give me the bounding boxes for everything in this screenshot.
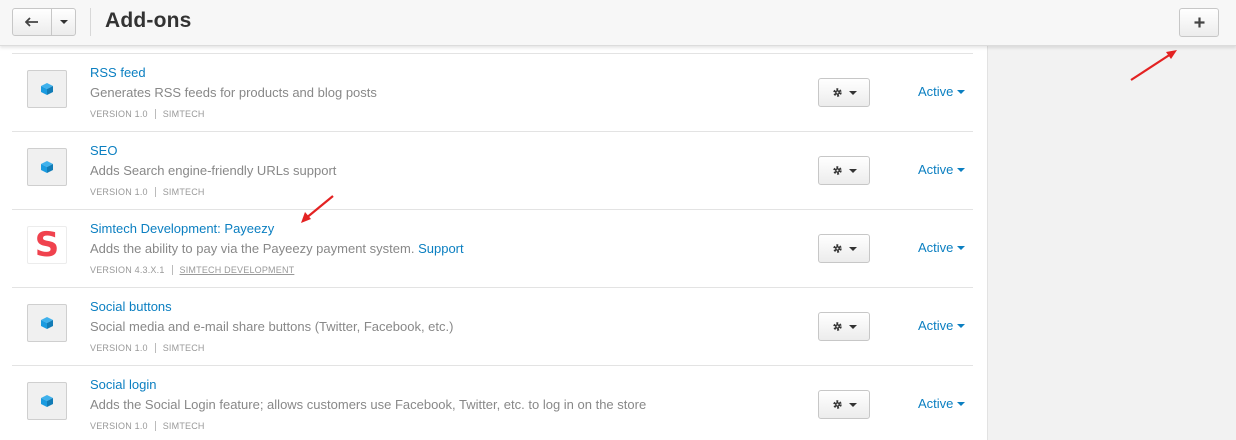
support-link[interactable]: Support	[418, 241, 464, 256]
addon-meta: VERSION 1.0 SIMTECH	[90, 421, 205, 431]
chevron-down-icon	[848, 90, 857, 95]
gear-icon	[832, 244, 842, 253]
addon-status-dropdown[interactable]: Active	[918, 162, 966, 177]
meta-divider	[154, 343, 156, 353]
right-sidebar	[987, 46, 1236, 440]
addon-icon-box: S	[27, 226, 67, 264]
meta-divider	[154, 187, 156, 197]
addon-status-dropdown[interactable]: Active	[918, 318, 966, 333]
addon-description: Adds the Social Login feature; allows cu…	[90, 397, 647, 412]
chevron-down-icon	[957, 323, 966, 328]
addon-icon-box	[27, 382, 67, 420]
addon-developer: SIMTECH	[162, 187, 205, 197]
addon-status-label: Active	[918, 396, 954, 411]
chevron-down-icon	[848, 168, 857, 173]
gear-icon	[832, 322, 842, 331]
back-button[interactable]	[12, 8, 52, 36]
addon-list: RSS feed Generates RSS feeds for product…	[12, 53, 973, 440]
addon-icon-box	[27, 70, 67, 108]
gear-icon	[832, 88, 842, 97]
addon-status-label: Active	[918, 162, 954, 177]
addon-row: S Simtech Development: Payeezy Adds the …	[12, 209, 973, 287]
addon-row: SEO Adds Search engine-friendly URLs sup…	[12, 131, 973, 209]
plus-icon	[1194, 17, 1204, 28]
chevron-down-icon	[957, 89, 966, 94]
addon-description: Adds the ability to pay via the Payeezy …	[90, 241, 464, 256]
addon-meta: VERSION 1.0 SIMTECH	[90, 343, 205, 353]
addon-name-link[interactable]: SEO	[90, 143, 117, 158]
add-addon-button[interactable]	[1179, 8, 1219, 37]
addon-row: Social buttons Social media and e-mail s…	[12, 287, 973, 365]
page-header: Add-ons	[0, 0, 1236, 46]
addon-status-dropdown[interactable]: Active	[918, 240, 966, 255]
cube-icon	[41, 161, 53, 173]
addon-status-label: Active	[918, 318, 954, 333]
addon-row: RSS feed Generates RSS feeds for product…	[12, 53, 973, 131]
cube-icon	[41, 395, 53, 407]
addon-icon-box	[27, 304, 67, 342]
addon-version: VERSION 1.0	[90, 343, 148, 353]
addon-description: Adds Search engine-friendly URLs support	[90, 163, 337, 178]
addon-status-label: Active	[918, 84, 954, 99]
addon-version: VERSION 1.0	[90, 421, 148, 431]
addon-developer: SIMTECH	[162, 343, 205, 353]
addon-description: Generates RSS feeds for products and blo…	[90, 85, 377, 100]
addon-icon-box	[27, 148, 67, 186]
addon-meta: VERSION 4.3.X.1 SIMTECH DEVELOPMENT	[90, 265, 294, 275]
addon-name-link[interactable]: RSS feed	[90, 65, 146, 80]
addon-developer: SIMTECH	[162, 421, 205, 431]
addon-status-label: Active	[918, 240, 954, 255]
addon-status-dropdown[interactable]: Active	[918, 396, 966, 411]
addon-settings-button[interactable]	[818, 78, 870, 107]
addon-settings-button[interactable]	[818, 312, 870, 341]
meta-divider	[171, 265, 173, 275]
addon-settings-button[interactable]	[818, 390, 870, 419]
addon-description-text: Adds the ability to pay via the Payeezy …	[90, 241, 415, 256]
back-dropdown-button[interactable]	[51, 8, 76, 36]
addon-name-link[interactable]: Social buttons	[90, 299, 172, 314]
addon-settings-button[interactable]	[818, 234, 870, 263]
chevron-down-icon	[59, 20, 68, 24]
page-title: Add-ons	[105, 9, 192, 32]
addon-version: VERSION 1.0	[90, 187, 148, 197]
cube-icon	[41, 317, 53, 329]
back-arrow-icon	[25, 17, 38, 27]
addon-meta: VERSION 1.0 SIMTECH	[90, 187, 205, 197]
toolbar-divider	[90, 8, 91, 36]
addon-developer-link[interactable]: SIMTECH DEVELOPMENT	[180, 265, 295, 275]
addon-version: VERSION 1.0	[90, 109, 148, 119]
simtech-logo-icon: S	[34, 225, 60, 265]
addon-version: VERSION 4.3.X.1	[90, 265, 165, 275]
addon-status-dropdown[interactable]: Active	[918, 84, 966, 99]
gear-icon	[832, 400, 842, 409]
addon-row: Social login Adds the Social Login featu…	[12, 365, 973, 440]
chevron-down-icon	[957, 167, 966, 172]
chevron-down-icon	[957, 245, 966, 250]
meta-divider	[154, 109, 156, 119]
chevron-down-icon	[848, 324, 857, 329]
gear-icon	[832, 166, 842, 175]
addon-name-link[interactable]: Simtech Development: Payeezy	[90, 221, 274, 236]
addon-name-link[interactable]: Social login	[90, 377, 157, 392]
chevron-down-icon	[957, 401, 966, 406]
addon-developer: SIMTECH	[162, 109, 205, 119]
cube-icon	[41, 83, 53, 95]
addon-settings-button[interactable]	[818, 156, 870, 185]
meta-divider	[154, 421, 156, 431]
addon-description: Social media and e-mail share buttons (T…	[90, 319, 454, 334]
app-window: Add-ons RSS feed Generates RSS feeds for…	[0, 0, 1236, 440]
chevron-down-icon	[848, 246, 857, 251]
chevron-down-icon	[848, 402, 857, 407]
addon-meta: VERSION 1.0 SIMTECH	[90, 109, 205, 119]
